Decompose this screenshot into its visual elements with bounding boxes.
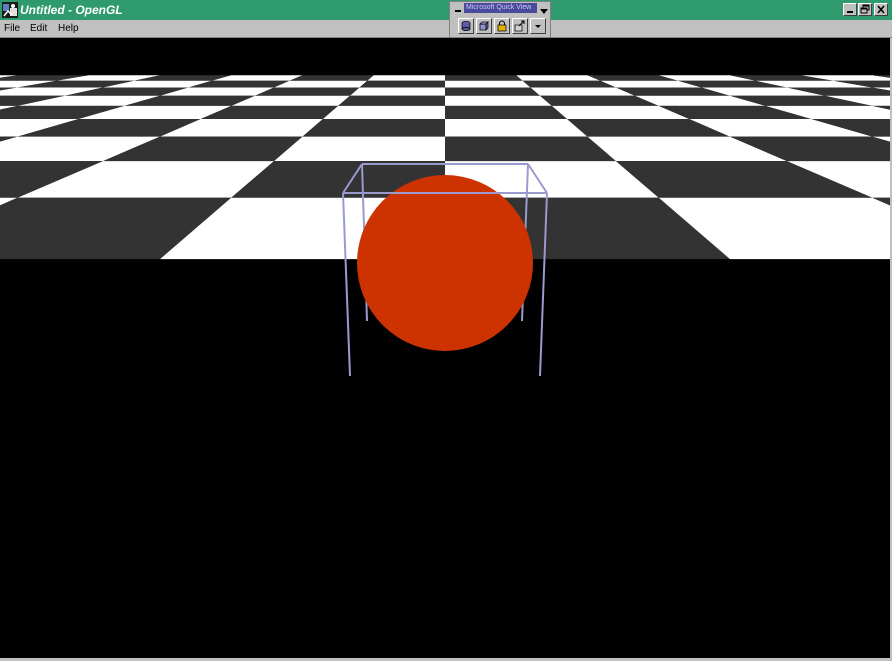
dropdown-button[interactable] bbox=[530, 18, 546, 34]
floor-tile bbox=[445, 80, 531, 88]
cube-icon bbox=[479, 21, 489, 31]
toolbar-caption[interactable]: Microsoft Quick View bbox=[464, 3, 537, 13]
red-sphere[interactable] bbox=[357, 175, 533, 351]
cylinder-icon bbox=[461, 21, 471, 31]
system-menu-icon[interactable] bbox=[453, 3, 463, 13]
cylinder-button[interactable] bbox=[458, 18, 474, 34]
dropdown-arrow-icon bbox=[535, 25, 541, 28]
cube-button[interactable] bbox=[476, 18, 492, 34]
app-icon[interactable] bbox=[2, 2, 18, 18]
lock-icon bbox=[497, 20, 507, 32]
floor-tile bbox=[522, 80, 616, 88]
floor-tile bbox=[445, 136, 616, 162]
title-bar[interactable]: Untitled - OpenGL bbox=[0, 0, 892, 20]
floor-tile bbox=[274, 80, 368, 88]
floor-tile bbox=[359, 80, 445, 88]
menu-bar: File Edit Help bbox=[0, 20, 892, 38]
chevron-down-icon[interactable] bbox=[539, 3, 549, 14]
menu-edit[interactable]: Edit bbox=[30, 21, 47, 36]
minimize-button[interactable] bbox=[843, 3, 857, 16]
menu-help[interactable]: Help bbox=[58, 21, 79, 36]
floor-tile bbox=[445, 75, 523, 81]
close-button[interactable] bbox=[874, 3, 888, 16]
minimize-icon bbox=[847, 11, 853, 13]
floor-tile bbox=[445, 119, 588, 137]
close-icon bbox=[877, 5, 885, 14]
opengl-viewport[interactable] bbox=[0, 38, 890, 658]
floor-tile bbox=[350, 87, 445, 96]
floating-toolbar[interactable]: Microsoft Quick View bbox=[449, 1, 551, 38]
toolbar-title-bar[interactable]: Microsoft Quick View bbox=[450, 2, 550, 14]
floor-tile bbox=[445, 105, 568, 119]
floor-tile bbox=[274, 136, 445, 162]
floor-tile bbox=[338, 95, 445, 106]
floor-tile bbox=[289, 75, 374, 81]
floor-tile bbox=[445, 95, 552, 106]
lock-button[interactable] bbox=[494, 18, 510, 34]
restore-button[interactable] bbox=[858, 3, 872, 16]
export-button[interactable] bbox=[512, 18, 528, 34]
window-title: Untitled - OpenGL bbox=[20, 3, 123, 17]
scene-canvas[interactable] bbox=[0, 38, 890, 658]
toolbar-title: Microsoft Quick View bbox=[466, 4, 532, 11]
floor-tile bbox=[302, 119, 445, 137]
restore-icon bbox=[860, 4, 870, 14]
export-icon bbox=[514, 20, 525, 32]
floor-tile bbox=[516, 75, 601, 81]
menu-file[interactable]: File bbox=[4, 21, 20, 36]
floor-tile bbox=[445, 87, 540, 96]
floor-tile bbox=[322, 105, 445, 119]
floor-tile bbox=[367, 75, 445, 81]
